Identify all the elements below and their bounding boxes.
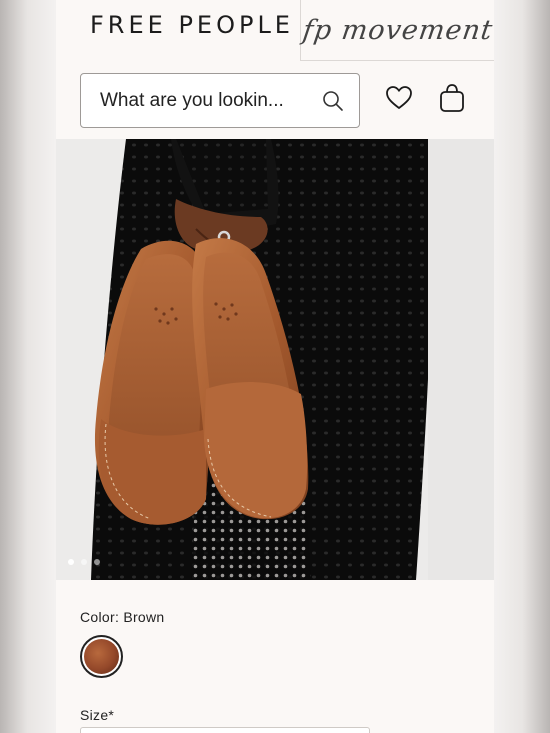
brand-logo[interactable]: FREE PEOPLE bbox=[90, 11, 294, 39]
product-options: Color: Brown Size* bbox=[80, 609, 480, 733]
search-input[interactable]: What are you lookin... bbox=[80, 73, 360, 128]
swatch-fill bbox=[84, 639, 119, 674]
heart-icon[interactable] bbox=[385, 84, 413, 112]
carousel-dot[interactable] bbox=[94, 559, 100, 565]
size-label: Size* bbox=[80, 707, 115, 723]
product-image-carousel[interactable] bbox=[56, 139, 494, 580]
product-photo bbox=[56, 139, 494, 580]
fp-movement-tab[interactable]: fp movement bbox=[300, 0, 494, 61]
carousel-dots bbox=[68, 559, 100, 565]
color-swatch-brown[interactable] bbox=[80, 635, 123, 678]
search-placeholder: What are you lookin... bbox=[100, 89, 284, 111]
color-label: Color: Brown bbox=[80, 609, 165, 625]
search-icon[interactable] bbox=[321, 89, 345, 113]
app-container: FREE PEOPLE fp movement What are you loo… bbox=[56, 0, 494, 733]
carousel-dot[interactable] bbox=[68, 559, 74, 565]
size-select[interactable] bbox=[80, 727, 370, 733]
shopping-bag-icon[interactable] bbox=[438, 83, 466, 113]
search-row: What are you lookin... bbox=[56, 61, 494, 139]
carousel-dot[interactable] bbox=[81, 559, 87, 565]
fp-movement-logo: fp movement bbox=[300, 14, 494, 46]
top-bar: FREE PEOPLE fp movement bbox=[56, 0, 494, 61]
